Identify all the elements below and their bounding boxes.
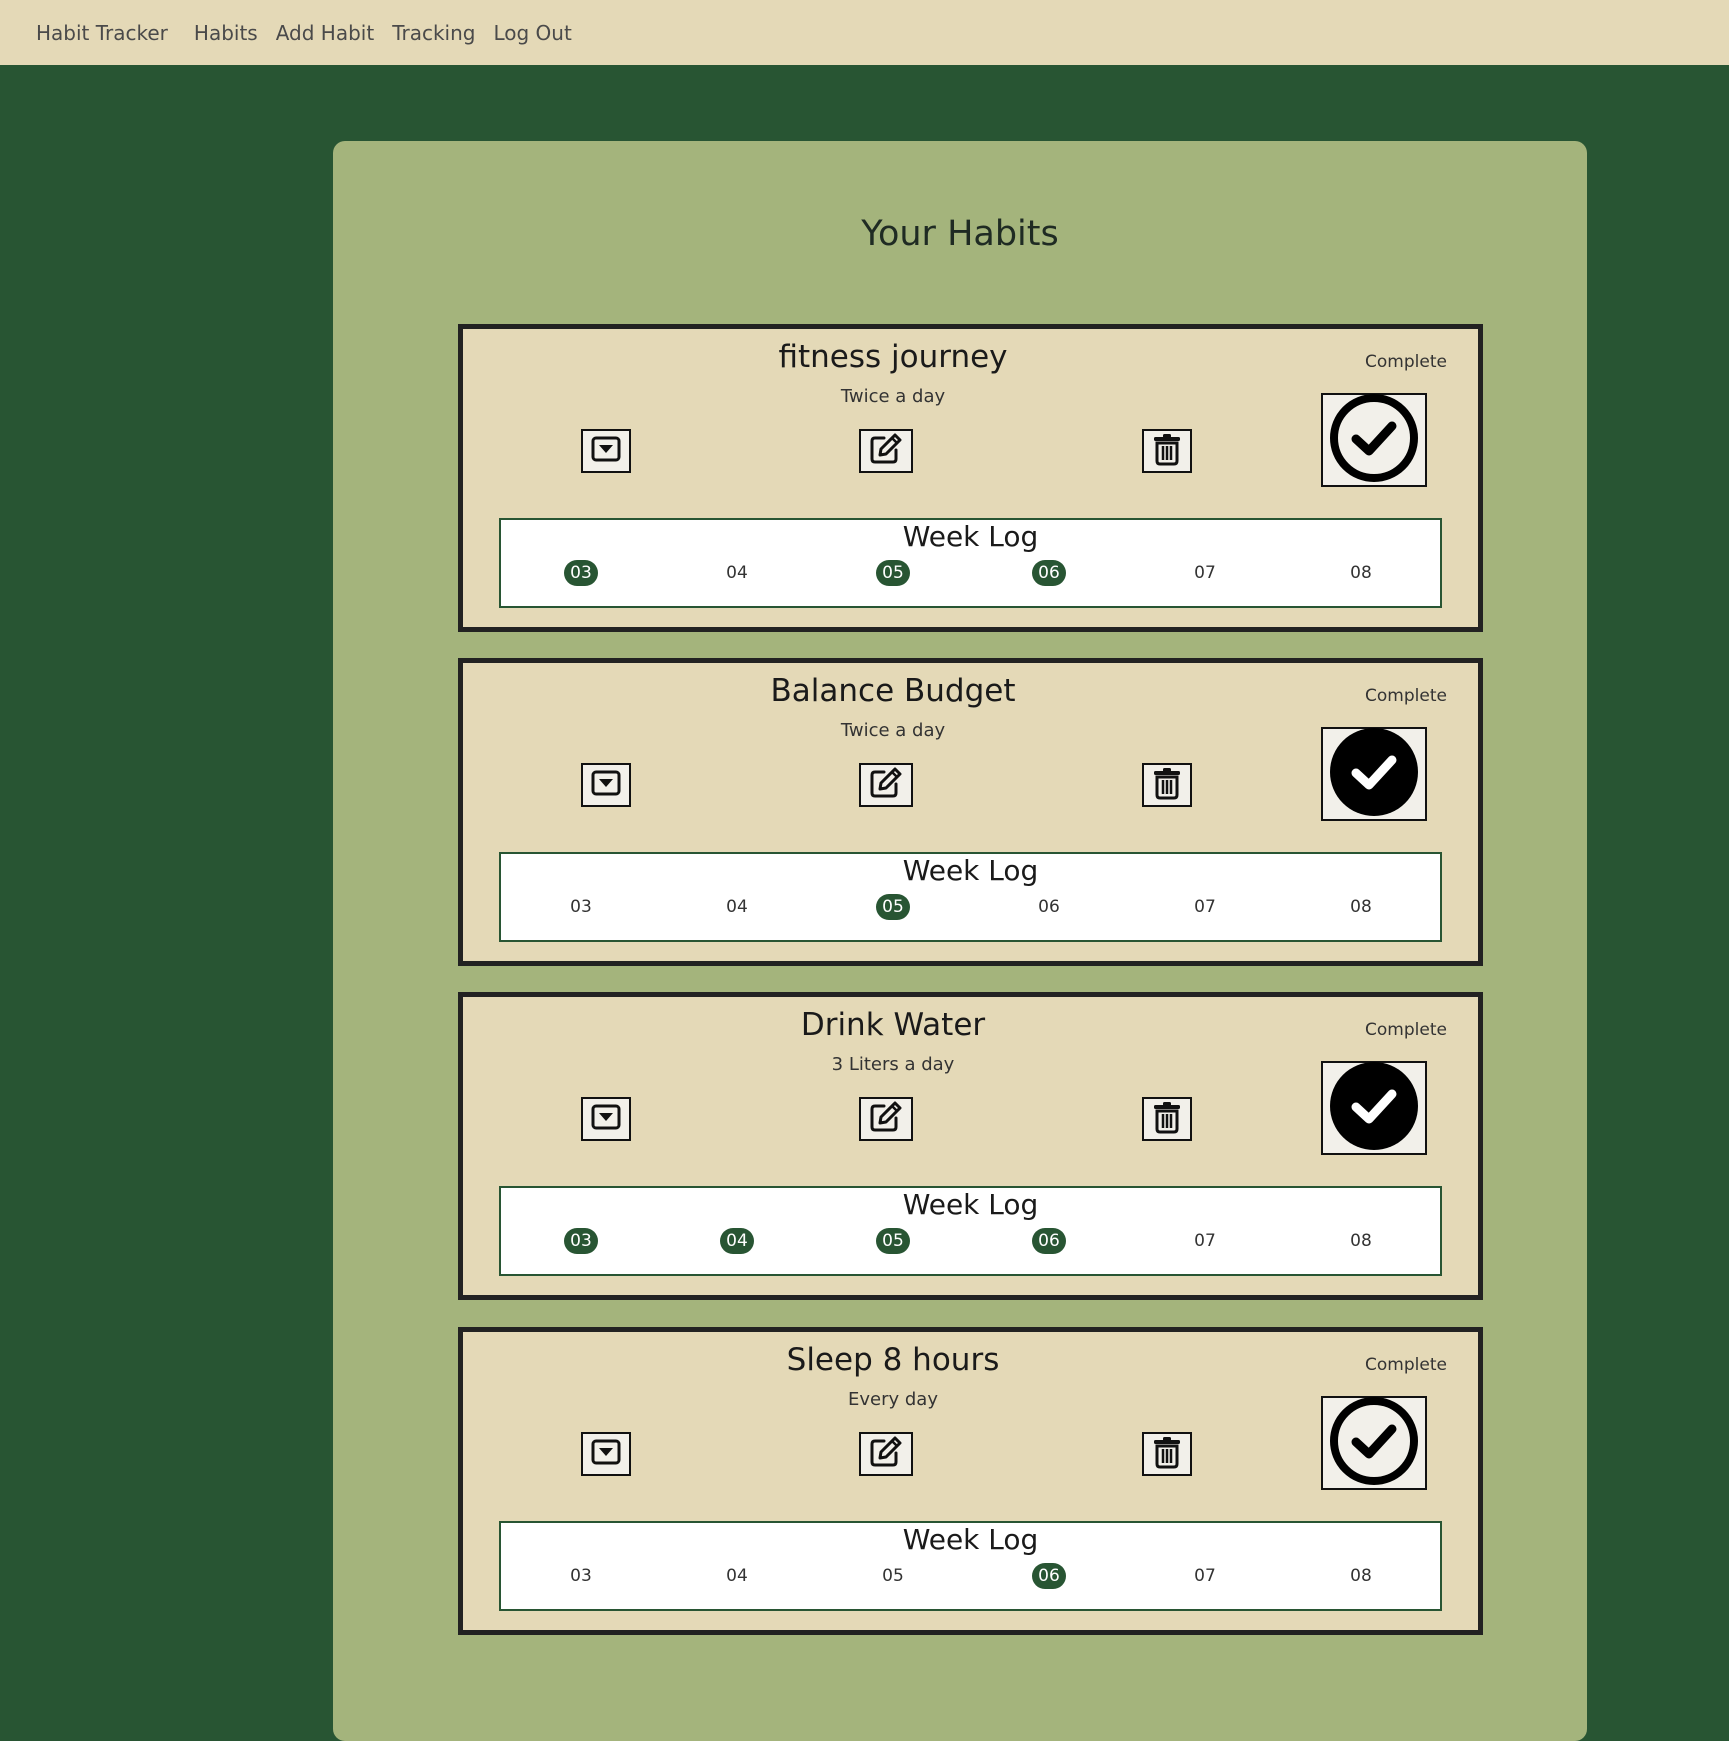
habit-frequency: Twice a day (840, 386, 946, 407)
week-log-day: 08 (1350, 1231, 1372, 1251)
complete-button[interactable] (1321, 1396, 1427, 1490)
week-log-day: 07 (1194, 1566, 1216, 1586)
week-log-day: 04 (726, 897, 748, 917)
week-log-day: 08 (1350, 563, 1372, 583)
habit-card: Drink Water 3 Liters a day Complete Week… (458, 992, 1483, 1300)
week-log-day-done: 06 (1032, 560, 1066, 586)
habit-name: Sleep 8 hours (786, 1342, 1000, 1378)
habit-name: Balance Budget (770, 673, 1016, 709)
week-log-day-done: 05 (876, 1228, 910, 1254)
caret-square-down-icon (591, 436, 621, 466)
habit-card: Balance Budget Twice a day Complete Week… (458, 658, 1483, 966)
edit-button[interactable] (859, 1432, 913, 1476)
week-log: Week Log 03 04 05 06 07 08 (499, 518, 1442, 608)
week-log-days: 03 04 05 06 07 08 (501, 560, 1440, 588)
week-log-day: 03 (570, 1566, 592, 1586)
edit-icon (868, 432, 904, 470)
week-log-day: 03 (570, 897, 592, 917)
week-log: Week Log 03 04 05 06 07 08 (499, 852, 1442, 942)
week-log-day: 07 (1194, 563, 1216, 583)
week-log-day-done: 03 (564, 1228, 598, 1254)
week-log-day-done: 05 (876, 560, 910, 586)
nav-link-habits[interactable]: Habits (194, 21, 258, 45)
delete-button[interactable] (1142, 763, 1192, 807)
week-log: Week Log 03 04 05 06 07 08 (499, 1521, 1442, 1611)
week-log-day: 08 (1350, 1566, 1372, 1586)
week-log-day-done: 04 (720, 1228, 754, 1254)
check-circle-icon (1329, 1396, 1419, 1490)
complete-label: Complete (1365, 352, 1447, 372)
week-log-title: Week Log (902, 520, 1039, 553)
complete-label: Complete (1365, 1020, 1447, 1040)
edit-button[interactable] (859, 763, 913, 807)
nav-link-add-habit[interactable]: Add Habit (276, 21, 374, 45)
page-title: Your Habits (861, 214, 1059, 254)
week-log-days: 03 04 05 06 07 08 (501, 1563, 1440, 1591)
habits-panel: Your Habits fitness journey Twice a day … (333, 141, 1587, 1741)
week-log-day-done: 06 (1032, 1228, 1066, 1254)
habit-frequency: Every day (848, 1389, 938, 1410)
week-log-day-done: 05 (876, 894, 910, 920)
complete-button[interactable] (1321, 393, 1427, 487)
week-log-title: Week Log (902, 1523, 1039, 1556)
expand-button[interactable] (581, 763, 631, 807)
edit-button[interactable] (859, 1097, 913, 1141)
habit-frequency: Twice a day (840, 720, 946, 741)
week-log-day: 04 (726, 1566, 748, 1586)
edit-icon (868, 1435, 904, 1473)
week-log-day-done: 03 (564, 560, 598, 586)
check-circle-filled-icon (1329, 727, 1419, 821)
check-circle-icon (1329, 393, 1419, 487)
week-log-title: Week Log (902, 854, 1039, 887)
trash-icon (1152, 1100, 1182, 1138)
week-log-day: 08 (1350, 897, 1372, 917)
week-log: Week Log 03 04 05 06 07 08 (499, 1186, 1442, 1276)
complete-label: Complete (1365, 686, 1447, 706)
week-log-day: 07 (1194, 897, 1216, 917)
habit-card: Sleep 8 hours Every day Complete Week Lo… (458, 1327, 1483, 1635)
habit-name: fitness journey (778, 339, 1008, 375)
habit-name: Drink Water (800, 1007, 986, 1043)
week-log-days: 03 04 05 06 07 08 (501, 894, 1440, 922)
complete-label: Complete (1365, 1355, 1447, 1375)
complete-button[interactable] (1321, 1061, 1427, 1155)
trash-icon (1152, 1435, 1182, 1473)
edit-icon (868, 766, 904, 804)
trash-icon (1152, 766, 1182, 804)
week-log-day-done: 06 (1032, 1563, 1066, 1589)
nav-link-log-out[interactable]: Log Out (493, 21, 571, 45)
delete-button[interactable] (1142, 429, 1192, 473)
week-log-day: 07 (1194, 1231, 1216, 1251)
expand-button[interactable] (581, 1097, 631, 1141)
edit-button[interactable] (859, 429, 913, 473)
complete-button[interactable] (1321, 727, 1427, 821)
delete-button[interactable] (1142, 1432, 1192, 1476)
edit-icon (868, 1100, 904, 1138)
habit-frequency: 3 Liters a day (831, 1054, 955, 1075)
caret-square-down-icon (591, 1104, 621, 1134)
week-log-days: 03 04 05 06 07 08 (501, 1228, 1440, 1256)
check-circle-filled-icon (1329, 1061, 1419, 1155)
delete-button[interactable] (1142, 1097, 1192, 1141)
navbar: Habit Tracker Habits Add Habit Tracking … (0, 0, 1729, 65)
expand-button[interactable] (581, 1432, 631, 1476)
caret-square-down-icon (591, 1439, 621, 1469)
brand-link[interactable]: Habit Tracker (36, 21, 168, 45)
expand-button[interactable] (581, 429, 631, 473)
week-log-day: 06 (1038, 897, 1060, 917)
caret-square-down-icon (591, 770, 621, 800)
nav-link-tracking[interactable]: Tracking (392, 21, 475, 45)
week-log-day: 04 (726, 563, 748, 583)
trash-icon (1152, 432, 1182, 470)
habit-card: fitness journey Twice a day Complete Wee… (458, 324, 1483, 632)
week-log-title: Week Log (902, 1188, 1039, 1221)
week-log-day: 05 (882, 1566, 904, 1586)
